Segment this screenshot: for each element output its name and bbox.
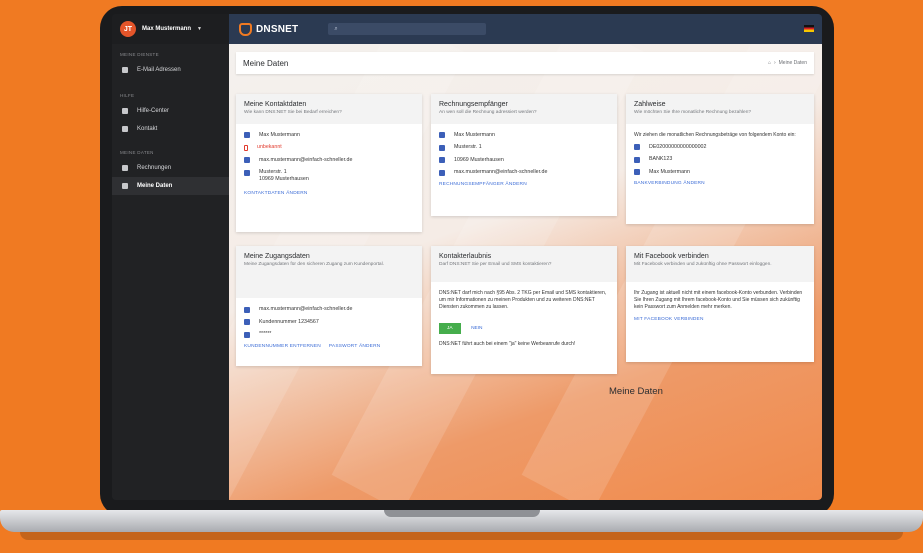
sidebar: JT Max Mustermann ▼ MEINE DIENSTE E-Mail… <box>112 14 229 500</box>
invoice-icon <box>122 165 128 171</box>
access-card: Meine Zugangsdaten Meine Zugangsdaten fü… <box>236 246 422 366</box>
mail-icon <box>439 169 445 176</box>
card-title: Meine Zugangsdaten <box>244 253 310 260</box>
contact-email-row: max.mustermann@einfach-schneller.de <box>244 157 414 163</box>
payment-holder-row: Max Mustermann <box>634 169 806 175</box>
lock-icon <box>244 331 250 338</box>
page-header: Meine Daten ⌂ › Meine Daten <box>236 52 814 74</box>
card-subtitle: An wen soll die Rechnung adressiert werd… <box>439 110 537 115</box>
consent-yes-button[interactable]: JA <box>439 323 461 334</box>
consent-no-button[interactable]: NEIN <box>465 323 488 334</box>
access-customer-row: Kundennummer 1234567 <box>244 319 414 325</box>
sidebar-item-kontakt[interactable]: Kontakt <box>112 120 229 138</box>
breadcrumb: ⌂ › Meine Daten <box>768 60 807 66</box>
sidebar-item-email-adressen[interactable]: E-Mail Adressen <box>112 61 229 79</box>
main-content: Meine Daten ⌂ › Meine Daten Meine Kontak… <box>229 44 822 500</box>
laptop-shadow <box>20 532 903 540</box>
connect-facebook-link[interactable]: MIT FACEBOOK VERBINDEN <box>634 317 806 322</box>
sidebar-item-meine-daten[interactable]: Meine Daten <box>112 177 229 195</box>
book-icon <box>122 108 128 114</box>
language-flag-icon[interactable] <box>804 25 814 32</box>
breadcrumb-separator: › <box>773 60 776 66</box>
facebook-card: Mit Facebook verbinden Mit Facebook verb… <box>626 246 814 362</box>
billing-name-row: Max Mustermann <box>439 132 609 138</box>
facebook-text: Ihr Zugang ist aktuell nicht mit einem f… <box>634 290 803 310</box>
screen: JT Max Mustermann ▼ MEINE DIENSTE E-Mail… <box>112 14 822 500</box>
billing-email-row: max.mustermann@einfach-schneller.de <box>439 169 609 176</box>
logo-text: DNSNET <box>256 23 299 35</box>
billing-street-row: Musterstr. 1 <box>439 144 609 151</box>
card-title: Zahlweise <box>634 101 666 108</box>
person-icon <box>244 132 250 138</box>
card-subtitle: Wie kann DNS:NET Sie bei Bedarf erreiche… <box>244 110 342 115</box>
card-title: Meine Kontaktdaten <box>244 101 307 108</box>
card-subtitle: Darf DNS:NET Sie per Email und SMS konta… <box>439 262 552 267</box>
person-icon <box>439 132 445 138</box>
breadcrumb-current: Meine Daten <box>778 60 807 66</box>
caret-down-icon: ▼ <box>197 26 202 32</box>
user-menu[interactable]: JT Max Mustermann ▼ <box>112 14 229 44</box>
card-title: Kontakterlaubnis <box>439 253 492 260</box>
logo[interactable]: DNSNET <box>229 22 299 36</box>
section-label-daten: MEINE DATEN <box>120 150 154 155</box>
change-bank-link[interactable]: BANKVERBINDUNG ÄNDERN <box>634 181 806 186</box>
card-title: Rechnungsempfänger <box>439 101 508 108</box>
location-pin-icon <box>244 169 250 176</box>
sidebar-item-label: Rechnungen <box>137 165 172 171</box>
consent-text: DNS:NET darf mich nach §95 Abs. 2 TKG pe… <box>439 290 607 310</box>
remove-customer-number-link[interactable]: KUNDENNUMMER ENTFERNEN <box>244 344 321 349</box>
card-title: Mit Facebook verbinden <box>634 253 709 260</box>
payment-card: Zahlweise Wie möchten Sie Ihre monatlich… <box>626 94 814 224</box>
bank-icon <box>634 156 640 163</box>
change-billing-link[interactable]: RECHNUNGSEMPFÄNGER ÄNDERN <box>439 182 609 187</box>
card-icon <box>122 183 128 189</box>
top-bar: DNSNET ⌕ <box>229 14 822 44</box>
access-email-row: max.mustermann@einfach-schneller.de <box>244 306 414 313</box>
user-name: Max Mustermann <box>142 26 192 32</box>
phone-icon <box>244 144 248 151</box>
sidebar-item-label: Meine Daten <box>137 183 173 189</box>
payment-iban-row: DE02000000000000002 <box>634 144 806 150</box>
contact-card: Meine Kontaktdaten Wie kann DNS:NET Sie … <box>236 94 422 232</box>
chat-icon <box>122 126 128 132</box>
payment-intro: Wir ziehen die monatlichen Rechnungsbetr… <box>634 131 796 138</box>
page-title: Meine Daten <box>243 58 289 68</box>
link-icon <box>244 319 250 325</box>
sidebar-item-rechnungen[interactable]: Rechnungen <box>112 159 229 177</box>
person-icon <box>244 306 250 313</box>
home-icon[interactable]: ⌂ <box>768 60 771 66</box>
city-icon <box>439 157 445 163</box>
money-icon <box>634 144 640 150</box>
laptop-notch <box>384 510 540 517</box>
payment-bank-row: BANK123 <box>634 156 806 163</box>
change-password-link[interactable]: PASSWORT ÄNDERN <box>329 344 381 349</box>
consent-note: DNS:NET führt auch bei einem "ja" keine … <box>439 341 576 347</box>
mail-icon <box>244 157 250 163</box>
contact-phone-row: unbekannt <box>244 144 414 151</box>
billing-card: Rechnungsempfänger An wen soll die Rechn… <box>431 94 617 216</box>
card-subtitle: Meine Zugangsdaten für den sicheren Zuga… <box>244 262 384 267</box>
sidebar-item-label: E-Mail Adressen <box>137 67 181 73</box>
card-subtitle: Wie möchten Sie Ihre monatliche Rechnung… <box>634 110 752 115</box>
billing-city-row: 10969 Musterhausen <box>439 157 609 163</box>
contact-address-row: Musterstr. 1 10969 Musterhausen <box>244 169 414 182</box>
sidebar-item-label: Hilfe-Center <box>137 108 170 114</box>
logo-icon <box>239 22 252 36</box>
avatar: JT <box>120 21 136 37</box>
search-icon: ⌕ <box>334 25 338 32</box>
consent-card: Kontakterlaubnis Darf DNS:NET Sie per Em… <box>431 246 617 374</box>
section-label-dienste: MEINE DIENSTE <box>120 52 159 57</box>
sidebar-item-label: Kontakt <box>137 126 158 132</box>
contact-name-row: Max Mustermann <box>244 132 414 138</box>
sidebar-item-hilfe-center[interactable]: Hilfe-Center <box>112 102 229 120</box>
access-password-row: ****** <box>244 331 414 338</box>
location-pin-icon <box>439 144 445 151</box>
person-icon <box>634 169 640 175</box>
mail-icon <box>122 67 128 73</box>
section-label-hilfe: HILFE <box>120 93 135 98</box>
change-contact-link[interactable]: KONTAKTDATEN ÄNDERN <box>244 191 414 196</box>
search-input[interactable]: ⌕ <box>328 23 487 35</box>
overlay-label: Meine Daten <box>609 386 663 397</box>
card-subtitle: Mit Facebook verbinden und zukünftig ohn… <box>634 262 772 267</box>
